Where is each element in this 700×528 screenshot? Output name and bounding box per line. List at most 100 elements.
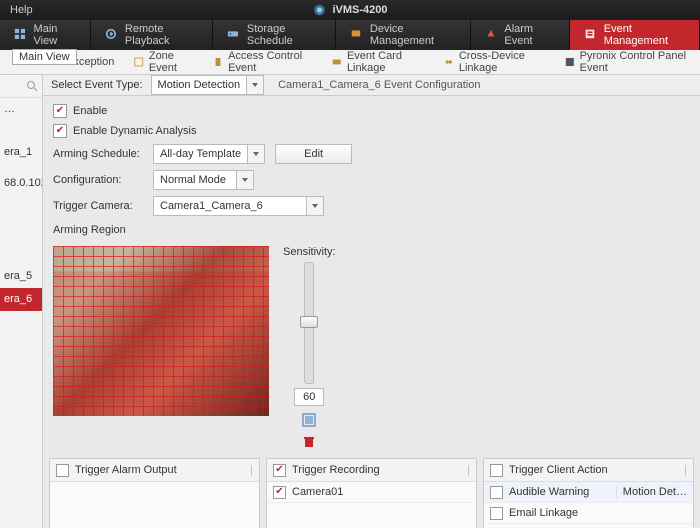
subtab-access-control[interactable]: Access Control Event bbox=[204, 50, 323, 74]
titlebar: Help iVMS-4200 bbox=[0, 0, 700, 20]
row-checkbox[interactable] bbox=[490, 507, 503, 520]
panel-header-checkbox[interactable] bbox=[56, 464, 69, 477]
row-checkbox[interactable] bbox=[490, 486, 503, 499]
event-mgmt-icon bbox=[584, 28, 598, 42]
event-type-bar: Select Event Type: Motion Detection Came… bbox=[43, 75, 700, 96]
tab-storage-schedule[interactable]: Storage Schedule bbox=[213, 20, 336, 50]
panel-trigger-client-action: Trigger Client Action | Audible Warning … bbox=[483, 458, 694, 528]
region-grid-overlay bbox=[53, 246, 269, 416]
subtab-card-linkage[interactable]: Event Card Linkage bbox=[322, 50, 434, 74]
tab-event-management[interactable]: Event Management bbox=[570, 20, 700, 50]
tree-node[interactable]: … bbox=[0, 98, 42, 121]
chevron-down-icon bbox=[246, 76, 263, 94]
subtab-label: Access Control Event bbox=[228, 50, 312, 74]
divider-icon: | bbox=[684, 464, 687, 476]
arming-region-area: Sensitivity: 60 bbox=[53, 246, 690, 450]
select-value: All-day Template bbox=[154, 148, 247, 160]
subtab-cross-device[interactable]: Cross-Device Linkage bbox=[434, 50, 555, 74]
event-type-label: Select Event Type: bbox=[51, 79, 143, 91]
chevron-down-icon bbox=[247, 145, 264, 163]
tree-node[interactable]: 68.0.102 bbox=[0, 172, 42, 195]
draw-region-icon[interactable] bbox=[301, 412, 317, 428]
trigger-camera-label: Trigger Camera: bbox=[53, 200, 143, 212]
configuration-select[interactable]: Normal Mode bbox=[153, 170, 254, 190]
device-icon bbox=[350, 28, 364, 42]
panel-header-checkbox[interactable] bbox=[490, 464, 503, 477]
panel-icon bbox=[565, 56, 575, 68]
select-value: Motion Detection bbox=[152, 79, 247, 91]
body: … era_1 68.0.102 era_5 era_6 Select Even… bbox=[0, 75, 700, 528]
panel-trigger-recording: Trigger Recording | Camera01 bbox=[266, 458, 477, 528]
row-label: Camera01 bbox=[292, 486, 470, 498]
tab-label: Storage Schedule bbox=[247, 23, 321, 47]
configuration-label: Configuration: bbox=[53, 174, 143, 186]
tab-device-management[interactable]: Device Management bbox=[336, 20, 471, 50]
app-name-text: iVMS-4200 bbox=[332, 4, 387, 16]
divider-icon: | bbox=[467, 464, 470, 476]
panel-trigger-alarm-output: Trigger Alarm Output | bbox=[49, 458, 260, 528]
row-checkbox[interactable] bbox=[273, 486, 286, 499]
device-tree: … era_1 68.0.102 era_5 era_6 bbox=[0, 75, 43, 528]
row-label: Email Linkage bbox=[509, 507, 687, 519]
playback-icon bbox=[105, 28, 119, 42]
chevron-down-icon bbox=[236, 171, 253, 189]
sub-tabs: Main View Exception Zone Event Access Co… bbox=[0, 50, 700, 75]
tab-label: Device Management bbox=[370, 23, 456, 47]
panel-header-checkbox[interactable] bbox=[273, 464, 286, 477]
row-value[interactable]: Motion Det… bbox=[616, 486, 687, 498]
region-preview[interactable] bbox=[53, 246, 269, 416]
search-icon bbox=[26, 80, 38, 92]
event-type-select[interactable]: Motion Detection bbox=[151, 75, 265, 95]
help-menu[interactable]: Help bbox=[0, 4, 43, 16]
app-logo-icon bbox=[312, 3, 326, 17]
tree-node[interactable]: era_1 bbox=[0, 141, 42, 164]
tab-main-view[interactable]: Main View bbox=[0, 20, 91, 50]
arming-region-label: Arming Region bbox=[53, 224, 126, 236]
grid-icon bbox=[14, 28, 28, 42]
panel-header-label: Trigger Client Action bbox=[509, 464, 608, 476]
event-form: Enable Enable Dynamic Analysis Arming Sc… bbox=[43, 96, 700, 458]
sensitivity-label: Sensitivity: bbox=[283, 246, 336, 258]
row-label: Audible Warning bbox=[509, 486, 610, 498]
select-value: Normal Mode bbox=[154, 174, 236, 186]
subtab-zone-event[interactable]: Zone Event bbox=[124, 50, 203, 74]
sensitivity-value[interactable]: 60 bbox=[294, 388, 324, 406]
subtab-pyronix[interactable]: Pyronix Control Panel Event bbox=[555, 50, 700, 74]
panel-header-label: Trigger Recording bbox=[292, 464, 380, 476]
subtab-label: Cross-Device Linkage bbox=[459, 50, 545, 74]
tree-node[interactable]: era_5 bbox=[0, 265, 42, 288]
zone-icon bbox=[134, 56, 144, 68]
storage-icon bbox=[227, 28, 241, 42]
enable-dynamic-checkbox[interactable] bbox=[53, 124, 67, 138]
link-icon bbox=[444, 56, 454, 68]
subtab-label: Pyronix Control Panel Event bbox=[580, 50, 690, 74]
tab-label: Alarm Event bbox=[504, 23, 555, 47]
enable-dynamic-label: Enable Dynamic Analysis bbox=[73, 125, 197, 137]
tree-node-selected[interactable]: era_6 bbox=[0, 288, 42, 311]
select-value: Camera1_Camera_6 bbox=[154, 200, 306, 212]
slider-thumb[interactable] bbox=[300, 316, 318, 328]
enable-checkbox[interactable] bbox=[53, 104, 67, 118]
app-title: iVMS-4200 bbox=[312, 3, 387, 17]
card-icon bbox=[332, 56, 342, 68]
trigger-camera-select[interactable]: Camera1_Camera_6 bbox=[153, 196, 324, 216]
tab-alarm-event[interactable]: Alarm Event bbox=[471, 20, 570, 50]
subtab-label: Event Card Linkage bbox=[347, 50, 424, 74]
clear-region-icon[interactable] bbox=[301, 434, 317, 450]
sensitivity-slider[interactable] bbox=[304, 262, 314, 384]
arming-schedule-select[interactable]: All-day Template bbox=[153, 144, 265, 164]
tab-label: Event Management bbox=[604, 23, 685, 47]
alarm-icon bbox=[485, 28, 499, 42]
tab-remote-playback[interactable]: Remote Playback bbox=[91, 20, 213, 50]
door-icon bbox=[214, 56, 224, 68]
main-tabs: Main View Remote Playback Storage Schedu… bbox=[0, 20, 700, 50]
main-panel: Select Event Type: Motion Detection Came… bbox=[43, 75, 700, 528]
enable-label: Enable bbox=[73, 105, 107, 117]
edit-button[interactable]: Edit bbox=[275, 144, 352, 164]
arming-schedule-label: Arming Schedule: bbox=[53, 148, 143, 160]
divider-icon: | bbox=[250, 464, 253, 476]
config-title: Camera1_Camera_6 Event Configuration bbox=[278, 79, 692, 91]
tree-search[interactable] bbox=[0, 75, 42, 98]
tab-label: Remote Playback bbox=[125, 23, 198, 47]
tab-label: Main View bbox=[34, 23, 77, 47]
